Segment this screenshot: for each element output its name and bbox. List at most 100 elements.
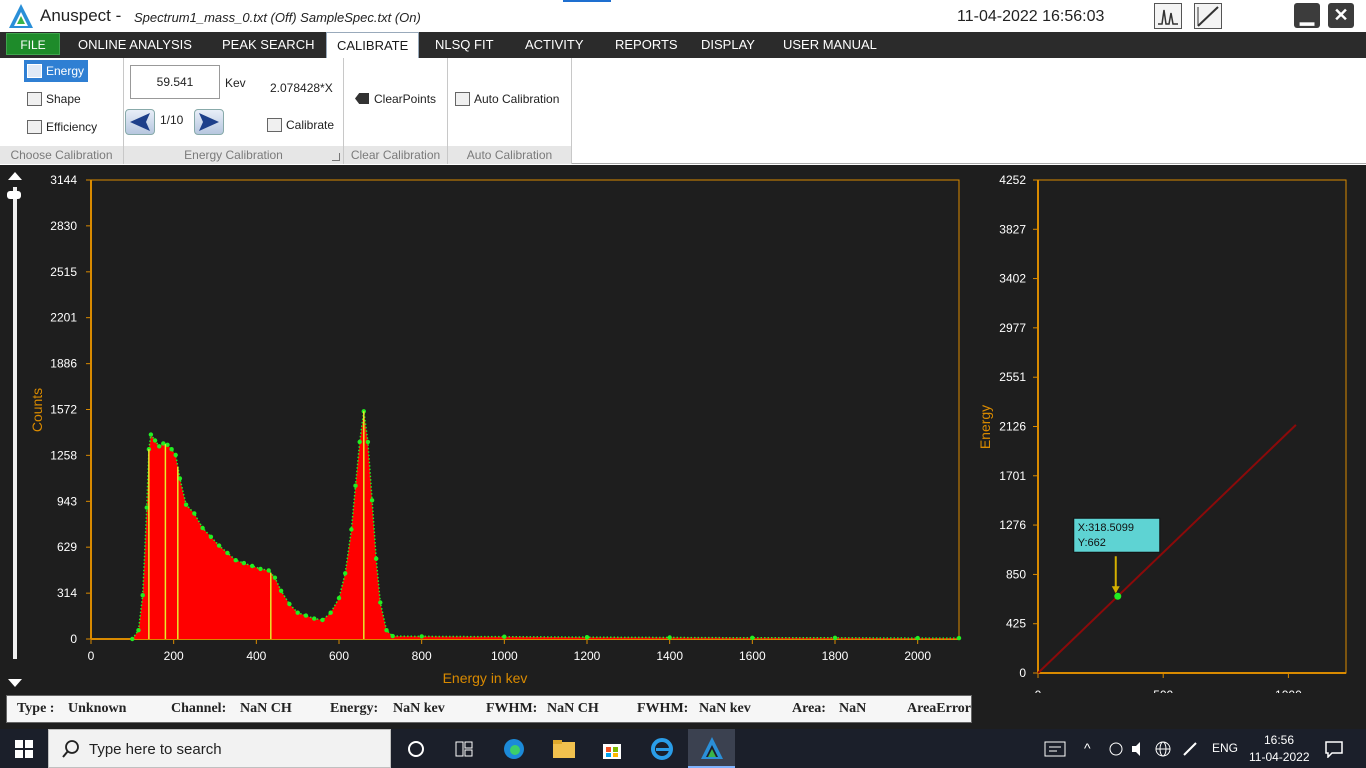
notification-center-icon[interactable] [1043, 739, 1067, 759]
clear-calibration-label: Clear Calibration [344, 146, 447, 164]
scroll-track[interactable] [13, 187, 17, 659]
spectrum-tool-button[interactable] [1154, 3, 1182, 29]
efficiency-mode-button[interactable]: Efficiency [24, 116, 101, 138]
calibration-tool-button[interactable] [1194, 3, 1222, 29]
start-button[interactable] [2, 729, 46, 768]
auto-calibration-button-label: Auto Calibration [474, 92, 560, 106]
spectrum-y-tick-label: 2830 [50, 219, 77, 233]
type-label: Type : [17, 701, 55, 716]
next-point-button[interactable] [194, 109, 224, 135]
eraser-icon [355, 93, 369, 104]
main-menu: FILE ONLINE ANALYSIS PEAK SEARCH CALIBRA… [0, 32, 1366, 59]
ribbon-calibrate: Energy Shape Efficiency Choose Calibrati… [0, 58, 1366, 164]
clear-points-button[interactable]: ClearPoints [352, 88, 440, 110]
anuspect-app[interactable] [688, 729, 735, 768]
menu-peak-search[interactable]: PEAK SEARCH [212, 32, 324, 58]
close-button[interactable]: ✕ [1328, 3, 1354, 28]
auto-calibration-button[interactable]: Auto Calibration [452, 88, 563, 110]
efficiency-curve-icon [27, 120, 42, 134]
energy-mode-button[interactable]: Energy [24, 60, 89, 82]
spectrum-x-tick-label: 1800 [822, 649, 849, 663]
calibration-y-tick-label: 3402 [999, 272, 1026, 286]
menu-user-manual[interactable]: USER MANUAL [773, 32, 887, 58]
menu-nlsq-fit[interactable]: NLSQ FIT [425, 32, 504, 58]
menu-online-analysis[interactable]: ONLINE ANALYSIS [68, 32, 202, 58]
choose-calibration-group: Energy Shape Efficiency Choose Calibrati… [0, 58, 124, 164]
internet-explorer-icon [651, 738, 673, 760]
menu-calibrate[interactable]: CALIBRATE [326, 32, 420, 59]
energy-mode-label: Energy [46, 64, 85, 78]
menu-file[interactable]: FILE [6, 33, 60, 55]
spectrum-y-tick-label: 629 [57, 540, 77, 554]
meet-now-icon[interactable] [1108, 741, 1124, 757]
calibrate-button[interactable]: Calibrate [264, 114, 338, 136]
menu-reports[interactable]: REPORTS [605, 32, 688, 58]
tray-chevron-icon[interactable]: ^ [1084, 740, 1091, 756]
calibration-y-axis-label: Energy [977, 405, 993, 449]
spectrum-y-tick-label: 2515 [50, 265, 77, 279]
spectrum-y-tick-label: 1886 [50, 357, 77, 371]
folder-icon [553, 740, 575, 758]
calibration-y-tick-label: 2551 [999, 370, 1026, 384]
fwhm-energy-value: NaN kev [699, 701, 751, 716]
calibrate-label: Calibrate [286, 118, 335, 132]
task-view-button[interactable] [394, 729, 438, 768]
spectrum-x-tick-label: 1400 [656, 649, 683, 663]
calibration-formula: 2.078428*X [270, 81, 333, 95]
tray-time[interactable]: 16:56 [1264, 733, 1294, 747]
spectrum-x-axis-label: Energy in kev [443, 670, 528, 686]
scroll-down-icon[interactable] [0, 673, 30, 693]
calibration-y-tick-label: 850 [1006, 567, 1026, 581]
spectrum-y-tick-label: 0 [70, 632, 77, 646]
peak-info-bar: Type : Unknown Channel: NaN CH Energy: N… [0, 693, 1366, 729]
app-window: Anuspect - Spectrum1_mass_0.txt (Off) Sa… [0, 0, 1366, 768]
internet-explorer-app[interactable] [640, 729, 684, 768]
windows-logo-icon [15, 740, 33, 758]
spectrum-area [132, 411, 960, 639]
energy-value-field[interactable]: 59.541 [130, 65, 220, 99]
spectrum-chart[interactable]: 0 314 629 943 1258 1572 1886 2201 2515 2830 3144 0 2… [30, 165, 970, 693]
tooltip-arrow-icon [1111, 586, 1120, 594]
scroll-thumb[interactable] [7, 191, 21, 199]
auto-calibration-icon [455, 92, 470, 106]
datetime-display: 11-04-2022 16:56:03 [957, 8, 1105, 25]
energy-unit-label: Kev [225, 76, 246, 90]
file-explorer-app[interactable] [542, 729, 586, 768]
store-app[interactable] [590, 729, 634, 768]
spectrum-peaks-icon [1158, 9, 1178, 25]
pen-icon[interactable] [1181, 740, 1199, 758]
clear-calibration-group: ClearPoints Clear Calibration [344, 58, 448, 164]
menu-display[interactable]: DISPLAY [691, 32, 765, 58]
arrow-left-icon [130, 113, 150, 131]
widgets-button[interactable] [442, 729, 486, 768]
network-globe-icon[interactable] [1154, 740, 1172, 758]
energy-label: Energy: [330, 701, 379, 716]
menu-activity[interactable]: ACTIVITY [515, 32, 594, 58]
action-center-icon[interactable] [1324, 740, 1344, 758]
calibration-y-tick-label: 1276 [999, 518, 1026, 532]
spectrum-x-tick-label: 600 [329, 649, 349, 663]
vertical-zoom-scrollbar[interactable] [0, 165, 30, 693]
area-value: NaN [839, 701, 867, 716]
minimize-button[interactable]: ▁ [1294, 3, 1320, 28]
title-bar: Anuspect - Spectrum1_mass_0.txt (Off) Sa… [0, 0, 1366, 32]
spectrum-x-tick-label: 2000 [904, 649, 931, 663]
open-files-label: Spectrum1_mass_0.txt (Off) SampleSpec.tx… [134, 10, 421, 25]
task-view-icon [408, 741, 424, 757]
scroll-up-icon[interactable] [0, 167, 30, 187]
spectrum-y-tick-label: 1572 [50, 403, 77, 417]
shape-mode-button[interactable]: Shape [24, 88, 85, 110]
dialog-launcher-icon[interactable] [332, 153, 340, 161]
previous-point-button[interactable] [125, 109, 155, 135]
efficiency-mode-label: Efficiency [46, 120, 98, 134]
calibration-chart[interactable]: 0425850127617012126255129773402382742520… [970, 165, 1366, 693]
tray-date[interactable]: 11-04-2022 [1249, 750, 1310, 764]
taskbar-search[interactable]: Type here to search [48, 729, 391, 768]
volume-icon[interactable] [1130, 741, 1148, 757]
energy-value: NaN kev [393, 701, 445, 716]
calibration-y-tick-label: 425 [1006, 617, 1026, 631]
edge-app[interactable] [492, 729, 536, 768]
language-indicator[interactable]: ENG [1212, 741, 1238, 755]
fwhm-energy-label: FWHM: [637, 701, 689, 716]
calibration-tooltip-y: Y:662 [1078, 537, 1106, 549]
